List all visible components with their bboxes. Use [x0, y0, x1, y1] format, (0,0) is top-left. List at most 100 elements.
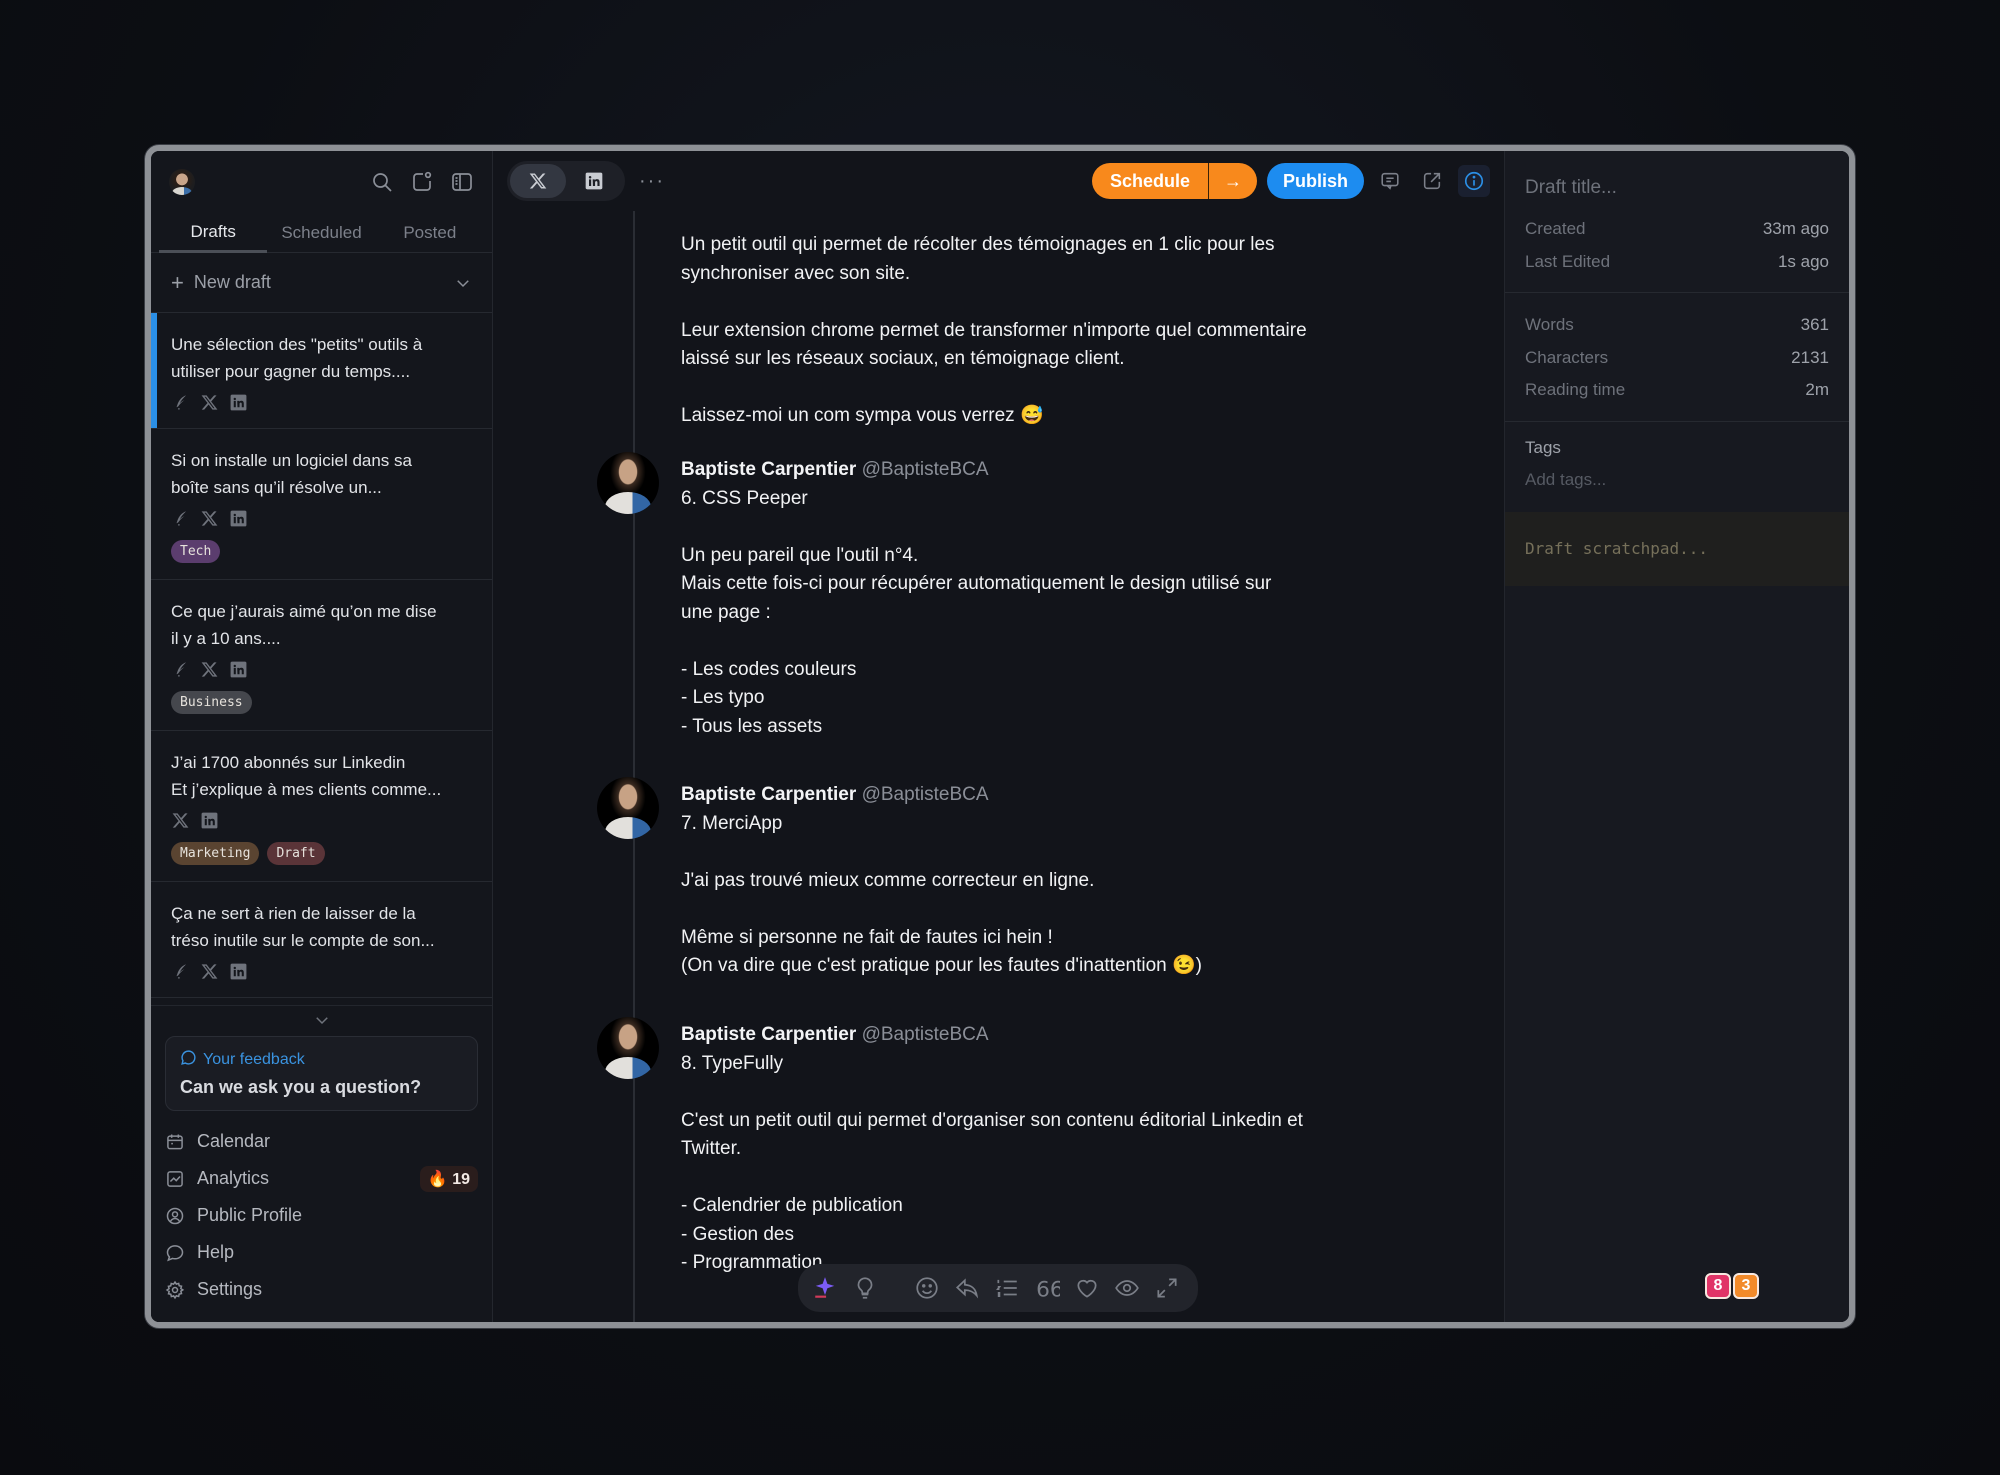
- tab-scheduled[interactable]: Scheduled: [267, 213, 375, 252]
- tag-badge[interactable]: Marketing: [171, 842, 260, 865]
- tab-posted[interactable]: Posted: [376, 213, 484, 252]
- tweet-line: - Les typo: [681, 687, 765, 708]
- numbered-list-icon[interactable]: [994, 1275, 1020, 1301]
- pen-icon: [171, 393, 190, 412]
- pen-icon: [171, 509, 190, 528]
- thread-tweet[interactable]: Baptiste Carpentier @BaptisteBCA 7. Merci…: [597, 777, 1363, 1009]
- tweet-avatar: [597, 452, 659, 514]
- scratchpad-input[interactable]: Draft scratchpad...: [1505, 511, 1849, 586]
- linkedin-icon: [229, 393, 248, 412]
- tag-badge[interactable]: Tech: [171, 540, 221, 563]
- sidebar-item-calendar[interactable]: Calendar: [165, 1123, 478, 1160]
- draft-platforms: [171, 509, 472, 528]
- tag-badge[interactable]: Draft: [267, 842, 325, 865]
- feedback-card[interactable]: Your feedback Can we ask you a question?: [165, 1036, 478, 1111]
- comments-icon[interactable]: [1374, 165, 1406, 197]
- more-options-icon[interactable]: ···: [639, 170, 665, 193]
- draft-item[interactable]: Une sélection des "petits" outils à utili…: [151, 313, 492, 429]
- tab-drafts[interactable]: Drafts: [159, 213, 268, 253]
- ai-sparkle-icon[interactable]: [812, 1275, 838, 1301]
- characters-row: Characters 2131: [1525, 347, 1829, 367]
- tweet-author: Baptiste Carpentier @BaptisteBCA: [681, 1024, 989, 1045]
- chevron-down-icon[interactable]: [454, 274, 472, 292]
- external-link-icon[interactable]: [1416, 165, 1448, 197]
- draft-platforms: [171, 962, 472, 981]
- tweet-paragraph: Un petit outil qui permet de récolter de…: [681, 231, 1363, 288]
- sidebar-item-analytics[interactable]: Analytics 🔥 19: [165, 1160, 478, 1197]
- draft-tags: Tech: [171, 540, 472, 563]
- emoji-icon[interactable]: [914, 1275, 940, 1301]
- search-icon[interactable]: [370, 170, 394, 194]
- tweet-paragraph: - Les codes couleurs - Les typo - Tous les…: [681, 656, 1363, 742]
- thread-tweet[interactable]: Un petit outil qui permet de récolter de…: [603, 231, 1363, 459]
- sidebar-item-help[interactable]: Help: [165, 1234, 478, 1271]
- tweet-title: 6. CSS Peeper: [681, 487, 808, 509]
- tweet-line: (On va dire que c'est pratique pour les …: [681, 955, 1202, 976]
- tweet-line: C'est un petit outil qui permet d'organi…: [681, 1109, 1303, 1131]
- linkedin-icon: [229, 509, 248, 528]
- editor-toolbar: ··· Schedule → Publish: [493, 151, 1504, 211]
- chat-bubble-icon: [165, 1243, 185, 1263]
- tweet-paragraph: J'ai pas trouvé mieux comme correcteur e…: [681, 867, 1363, 896]
- tweet-line: une page :: [681, 601, 771, 623]
- reading-time-row: Reading time 2m: [1525, 380, 1829, 400]
- preview-eye-icon[interactable]: [1114, 1275, 1140, 1301]
- tweet-line: - Calendrier de publication: [681, 1195, 903, 1216]
- publish-button[interactable]: Publish: [1266, 163, 1364, 199]
- heart-icon[interactable]: [1074, 1275, 1100, 1301]
- tag-badge[interactable]: Business: [171, 691, 252, 714]
- scroll-down-icon[interactable]: [151, 1006, 492, 1034]
- draft-title-input[interactable]: Draft title...: [1505, 151, 1849, 213]
- new-note-icon[interactable]: [410, 170, 434, 194]
- platform-x-button[interactable]: [510, 164, 566, 198]
- x-logo-icon: [200, 660, 219, 679]
- draft-preview: Ce que j’aurais aimé qu’on me dise il y a…: [171, 602, 437, 648]
- lightbulb-icon[interactable]: [852, 1275, 878, 1301]
- new-draft-label: New draft: [193, 272, 271, 292]
- tags-label: Tags: [1525, 437, 1561, 457]
- counter-red-badge: 8: [1705, 1273, 1731, 1299]
- feedback-bubble-icon: [180, 1049, 197, 1071]
- schedule-next-slot-button[interactable]: →: [1209, 163, 1257, 199]
- sidebar-nav: Calendar Analytics 🔥 19 Public Profile H…: [151, 1123, 492, 1308]
- analytics-icon: [165, 1169, 185, 1189]
- svg-text:66: 66: [1036, 1278, 1060, 1301]
- tags-input[interactable]: Add tags...: [1525, 470, 1829, 490]
- tweet-line: - Gestion des: [681, 1223, 794, 1245]
- new-draft-button[interactable]: + New draft: [151, 253, 492, 313]
- sidebar-item-settings[interactable]: Settings: [165, 1271, 478, 1308]
- feedback-question: Can we ask you a question?: [180, 1077, 422, 1097]
- tweet-paragraph: Laissez-moi un com sympa vous verrez 😅: [681, 402, 1363, 431]
- draft-item[interactable]: Ça ne sert à rien de laisser de la tréso …: [151, 882, 492, 998]
- x-logo-icon: [200, 509, 219, 528]
- tweet-line: Un petit outil qui permet de récolter de…: [681, 234, 1275, 255]
- reply-icon[interactable]: [954, 1275, 980, 1301]
- plus-icon: +: [171, 269, 184, 295]
- draft-platforms: [171, 393, 472, 412]
- draft-item[interactable]: Ce que j’aurais aimé qu’on me dise il y a…: [151, 580, 492, 731]
- thread-tweet[interactable]: Baptiste Carpentier @BaptisteBCA 6. CSS P…: [597, 452, 1363, 770]
- tweet-line: Laissez-moi un com sympa vous verrez 😅: [681, 405, 1044, 426]
- schedule-button[interactable]: Schedule: [1092, 163, 1209, 199]
- tweet-line: - Les codes couleurs: [681, 658, 857, 680]
- draft-item[interactable]: J’ai 1700 abonnés sur Linkedin Et j’expli…: [151, 731, 492, 882]
- tweet-line: Twitter.: [681, 1138, 742, 1159]
- avatar[interactable]: [169, 169, 195, 195]
- draft-item[interactable]: Si on installe un logiciel dans sa boîte …: [151, 429, 492, 580]
- thread-counters: 8 3: [1705, 1273, 1759, 1299]
- tweet-line: J'ai pas trouvé mieux comme correcteur e…: [681, 869, 1095, 891]
- feedback-title: Your feedback: [203, 1051, 305, 1068]
- info-icon[interactable]: [1458, 165, 1490, 197]
- tweet-line: laissé sur les réseaux sociaux, en témoi…: [681, 348, 1125, 369]
- draft-list: Une sélection des "petits" outils à utili…: [151, 313, 492, 1005]
- draft-platforms: [171, 660, 472, 679]
- sidebar-item-public-profile[interactable]: Public Profile: [165, 1197, 478, 1234]
- quote-icon[interactable]: 66: [1034, 1275, 1060, 1301]
- platform-linkedin-button[interactable]: [566, 164, 622, 198]
- tweet-author: Baptiste Carpentier @BaptisteBCA: [681, 459, 989, 480]
- linkedin-icon: [585, 172, 603, 190]
- expand-icon[interactable]: [1154, 1275, 1180, 1301]
- tweet-line: Même si personne ne fait de fautes ici h…: [681, 926, 1053, 948]
- divider: [1505, 420, 1849, 422]
- sidebar-toggle-icon[interactable]: [450, 170, 474, 194]
